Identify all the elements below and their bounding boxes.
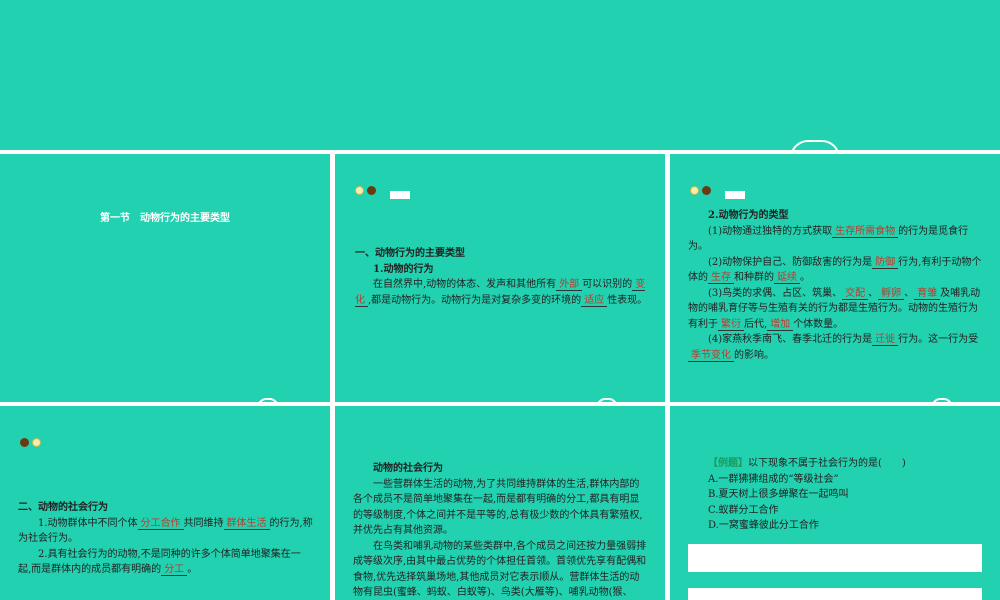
slide-social-behavior-detail[interactable]: 动物的社会行为 一些营群体生活的动物,为了共同维持群体的生活,群体内部的各个成员… — [335, 406, 665, 600]
blank-answer: 分工合作 — [137, 517, 184, 530]
yellow-dot-icon — [32, 438, 41, 447]
paragraph: (2)动物保护自己、防御敌害的行为是 防御 行为,有利于动物个体的 生存 和种群的 延续。 — [688, 256, 982, 284]
option-d[interactable]: D.一窝蜜蜂彼此分工合作 — [708, 518, 988, 534]
brown-dot-icon — [367, 186, 376, 195]
section-body: 动物的社会行为 一些营群体生活的动物,为了共同维持群体的生活,群体内部的各个成员… — [353, 461, 649, 600]
section-heading: 动物的社会行为 — [373, 463, 443, 474]
answer-box — [688, 544, 982, 572]
paragraph: (1)动物通过独特的方式获取 生存所需食物 的行为是觅食行为。 — [688, 225, 969, 252]
bullet-dots — [20, 438, 41, 447]
example-label: 【例题】 — [708, 458, 748, 469]
paragraph: (3)鸟类的求偶、占区、筑巢、 交配、孵卵、育雏 及哺乳动物的哺乳育仔等与生殖有关的… — [688, 287, 981, 331]
yellow-dot-icon — [690, 186, 699, 195]
section-heading: 一、动物行为的主要类型 — [355, 248, 465, 259]
option-a[interactable]: A.一群狒狒组成的“等级社会” — [708, 472, 988, 488]
brown-dot-icon — [20, 438, 29, 447]
paragraph: 在自然界中,动物的体态、发声和其他所有 外部 可以识别的 变化 ,都是动物行为。动物行为… — [355, 279, 648, 307]
slide-social-behavior[interactable]: 二、动物的社会行为 1.动物群体中不同个体 分工合作 共同维持 群体生活 的行为,称为社… — [0, 406, 330, 600]
sub-heading: 2.动物行为的类型 — [708, 210, 789, 221]
paragraph: 1.动物群体中不同个体 分工合作 共同维持 群体生活 的行为,称为社会行为。 — [18, 517, 313, 544]
blank-answer: 生存所需食物 — [832, 225, 899, 238]
arc-decoration — [597, 398, 617, 402]
section-heading: 二、动物的社会行为 — [18, 502, 108, 513]
slide-behavior-types[interactable]: 一、动物行为的主要类型 1.动物的行为 在自然界中,动物的体态、发声和其他所有外… — [335, 154, 665, 402]
arc-decoration — [790, 140, 840, 150]
paragraph: 2.具有社会行为的动物,不是同种的许多个体简单地聚集在一起,而是群体内的成员都有… — [18, 548, 301, 576]
blank-answer: 繁衍 — [718, 318, 744, 331]
blank-answer: 防御 — [872, 256, 899, 269]
slide-example[interactable]: 【例题】以下现象不属于社会行为的是( ) A.一群狒狒组成的“等级社会” B.夏… — [670, 406, 1000, 600]
yellow-dot-icon — [355, 186, 364, 195]
blank-answer: 适应 — [581, 294, 608, 307]
blank-answer: 延续 — [774, 272, 800, 284]
blank-answer: 育雏 — [914, 287, 941, 300]
answer-box-2 — [688, 588, 982, 600]
blank-answer: 增加 — [767, 318, 794, 331]
sub-heading: 1.动物的行为 — [373, 263, 434, 275]
section-body: 二、动物的社会行为 1.动物群体中不同个体 分工合作 共同维持 群体生活 的行为,称为社… — [18, 500, 313, 578]
blank-answer: 分工 — [161, 564, 188, 576]
bullet-dots — [355, 186, 376, 195]
question: 【例题】以下现象不属于社会行为的是( ) — [708, 458, 906, 469]
option-b[interactable]: B.夏天树上很多蝉聚在一起鸣叫 — [708, 487, 988, 503]
blank-answer: 迁徙 — [872, 334, 899, 346]
slide-title[interactable]: 第一节 动物行为的主要类型 — [0, 154, 330, 402]
section-body: 2.动物行为的类型 (1)动物通过独特的方式获取 生存所需食物 的行为是觅食行为。 … — [688, 208, 983, 363]
page-title: 第一节 动物行为的主要类型 — [100, 213, 230, 224]
blank-answer: 群体生活 — [223, 517, 270, 530]
blank-answer: 孵卵 — [878, 287, 905, 300]
blank-answer: 季节变化 — [688, 349, 734, 362]
brown-dot-icon — [702, 186, 711, 195]
section-body: 一、动物行为的主要类型 1.动物的行为 在自然界中,动物的体态、发声和其他所有外… — [355, 246, 650, 308]
blank-answer: 生存 — [708, 272, 734, 284]
question-block: 【例题】以下现象不属于社会行为的是( ) A.一群狒狒组成的“等级社会” B.夏… — [708, 456, 988, 534]
slide-behavior-categories[interactable]: 2.动物行为的类型 (1)动物通过独特的方式获取 生存所需食物 的行为是觅食行为。 … — [670, 154, 1000, 402]
arc-decoration — [932, 398, 952, 402]
arc-decoration — [258, 398, 278, 402]
blank-answer: 交配 — [842, 287, 869, 300]
bullet-dots — [690, 186, 711, 195]
white-label-box — [725, 191, 745, 199]
paragraph: (4)家燕秋季南飞、春季北迁的行为是 迁徙 行为。这一行为受季节变化 的影响。 — [688, 332, 983, 363]
blank-answer: 外部 — [556, 279, 583, 291]
paragraph: 在鸟类和哺乳动物的某些类群中,各个成员之间还按力量强弱排成等级次序,由其中最占优… — [353, 540, 647, 599]
white-label-box — [390, 191, 410, 199]
option-c[interactable]: C.蚁群分工合作 — [708, 503, 988, 519]
paragraph: 一些营群体生活的动物,为了共同维持群体的生活,群体内部的各个成员不是简单地聚集在… — [353, 478, 643, 537]
slide-top — [0, 0, 1000, 150]
